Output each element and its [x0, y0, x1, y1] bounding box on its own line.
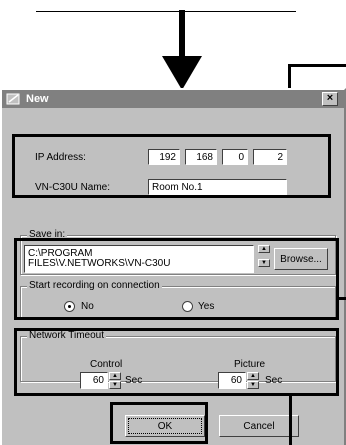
- down-arrow-icon: [162, 10, 202, 90]
- callout-line-right: [288, 64, 346, 67]
- callout-save-right: [338, 297, 346, 300]
- callout-ok-down: [289, 393, 292, 445]
- highlight-ip-name: [12, 134, 331, 198]
- title-bar: New ×: [2, 90, 344, 108]
- highlight-timeout: [14, 328, 339, 396]
- close-button[interactable]: ×: [322, 92, 338, 106]
- dialog-title: New: [26, 93, 49, 105]
- new-window-icon: [6, 93, 20, 105]
- highlight-save-start: [14, 238, 339, 320]
- cancel-button[interactable]: Cancel: [219, 415, 299, 437]
- highlight-ok: [110, 402, 208, 444]
